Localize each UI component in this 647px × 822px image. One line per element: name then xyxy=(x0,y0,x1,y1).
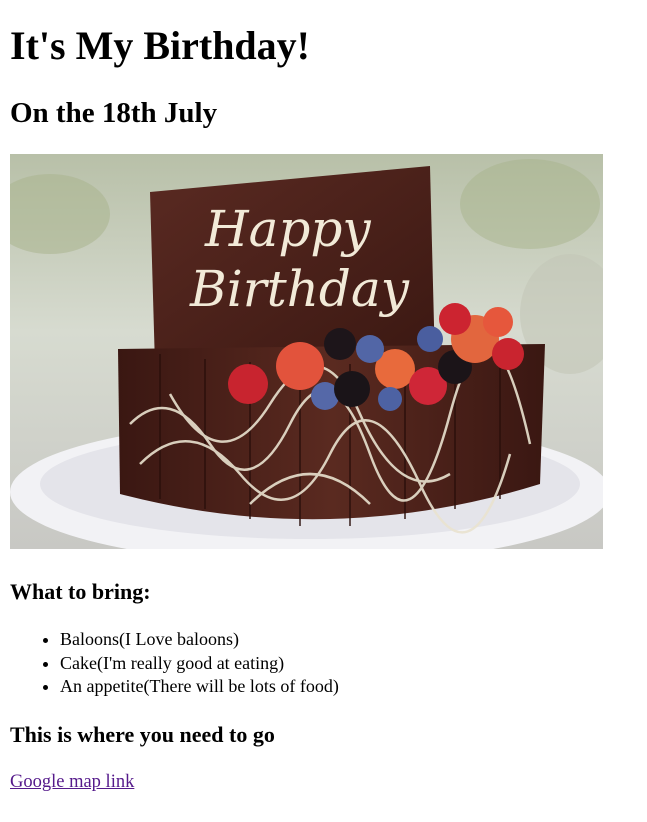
svg-text:Birthday: Birthday xyxy=(189,260,410,318)
google-map-link[interactable]: Google map link xyxy=(10,770,134,794)
page-title: It's My Birthday! xyxy=(10,23,310,68)
bring-list: Baloons(I Love baloons) Cake(I'm really … xyxy=(10,628,339,699)
list-item: Cake(I'm really good at eating) xyxy=(60,652,339,676)
svg-text:Happy: Happy xyxy=(204,200,371,258)
list-item: An appetite(There will be lots of food) xyxy=(60,675,339,699)
what-to-bring-heading: What to bring: xyxy=(10,579,151,604)
event-date: On the 18th July xyxy=(10,97,218,129)
directions-heading: This is where you need to go xyxy=(10,722,275,747)
birthday-cake-image: Happy Birthday xyxy=(10,154,603,549)
list-item: Baloons(I Love baloons) xyxy=(60,628,339,652)
